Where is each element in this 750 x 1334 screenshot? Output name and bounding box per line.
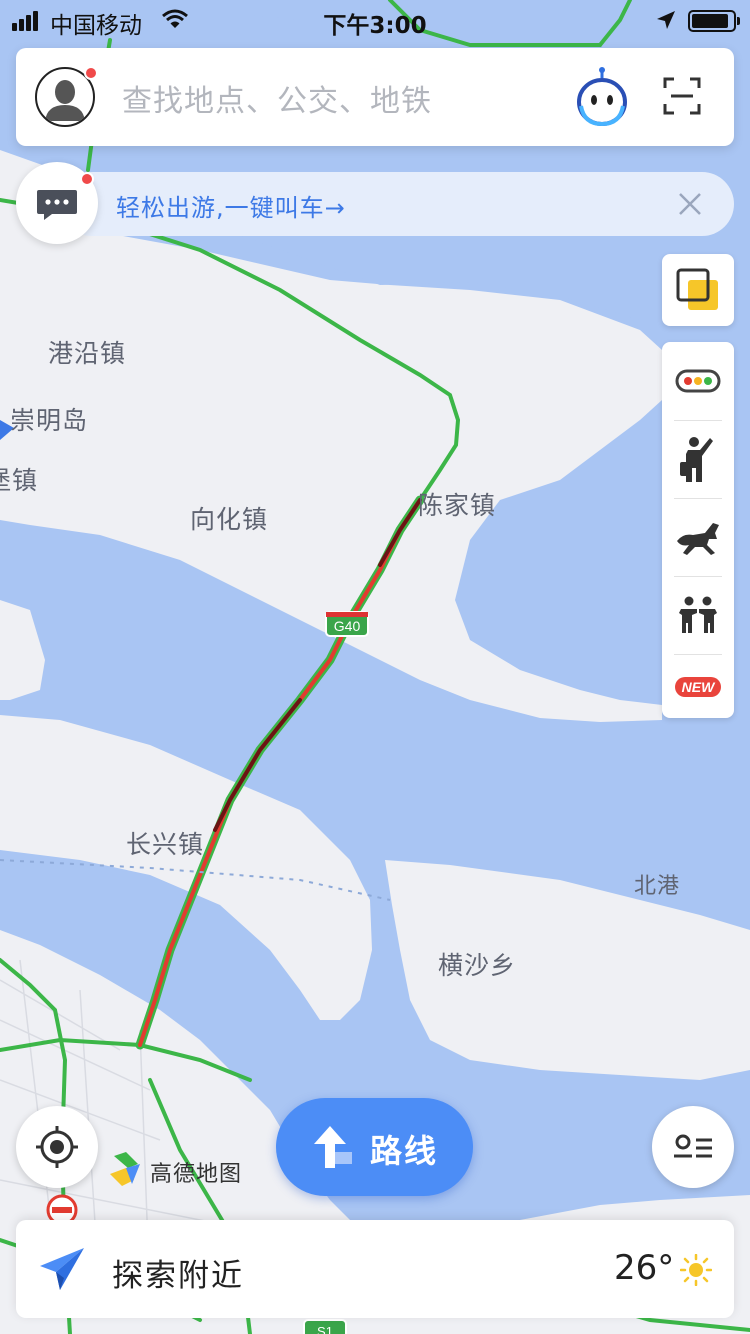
map-layers-button[interactable] [662,254,734,326]
paper-plane-icon [40,1248,84,1290]
horse-icon [677,523,719,555]
amap-logo-icon [110,1152,140,1186]
map-label-chongming: 崇明岛 [10,406,89,435]
saved-places-button[interactable] [652,1106,734,1188]
explore-nearby-card[interactable]: 探索附近 26° [16,1220,734,1318]
map-label-changxing: 长兴镇 [126,830,205,859]
new-feature-button[interactable]: NEW [662,648,734,726]
family-button[interactable] [662,576,734,654]
map-label-chenjia: 陈家镇 [418,491,497,520]
sun-icon[interactable] [680,1254,712,1286]
map-label-bao: 堡镇 [0,466,39,495]
scan-icon[interactable] [662,76,702,116]
route-arrow-icon [314,1126,352,1168]
people-icon [679,596,717,633]
map-label-beigang: 北港 [634,874,681,899]
close-icon[interactable] [674,188,706,220]
travel-mode-button[interactable] [662,498,734,576]
status-bar: 中国移动 下午3:00 [0,0,750,42]
voice-assistant-icon[interactable] [574,66,630,128]
hail-person-icon [680,437,713,482]
promo-banner[interactable]: 轻松出游,一键叫车→ [60,172,734,236]
status-time: 下午3:00 [323,13,427,39]
search-input[interactable]: 查找地点、公交、地铁 [122,76,552,120]
locate-me-button[interactable] [16,1106,98,1188]
search-card: 查找地点、公交、地铁 [16,48,734,146]
highway-shield-s1: S1 [317,1324,333,1334]
taxi-hail-button[interactable] [662,420,734,498]
route-label: 路线 [370,1132,439,1170]
promo-text[interactable]: 轻松出游,一键叫车→ [116,188,346,223]
map-label-hengsha: 横沙乡 [438,951,517,980]
map-label-gangyan: 港沿镇 [48,339,127,368]
traffic-light-icon [675,369,721,393]
highway-shield-g40: G40 [334,618,361,634]
new-badge: NEW [674,677,722,697]
amap-logo: 高德地图 [106,1150,241,1190]
route-button[interactable]: 路线 [276,1098,473,1196]
crosshair-icon [36,1126,78,1168]
location-services-icon [657,11,675,29]
notification-dot [84,66,98,80]
id-card-icon [674,1134,712,1158]
map-label-xianghua: 向化镇 [190,505,269,534]
traffic-toggle-button[interactable] [662,342,734,420]
battery-icon [688,10,740,32]
logo-text: 高德地图 [150,1162,243,1187]
explore-nearby-label: 探索附近 [112,1258,244,1294]
weather-temperature[interactable]: 26° [614,1248,674,1288]
notification-dot [80,172,94,186]
layers-icon [676,268,718,310]
map-tools-panel: NEW [662,342,734,718]
